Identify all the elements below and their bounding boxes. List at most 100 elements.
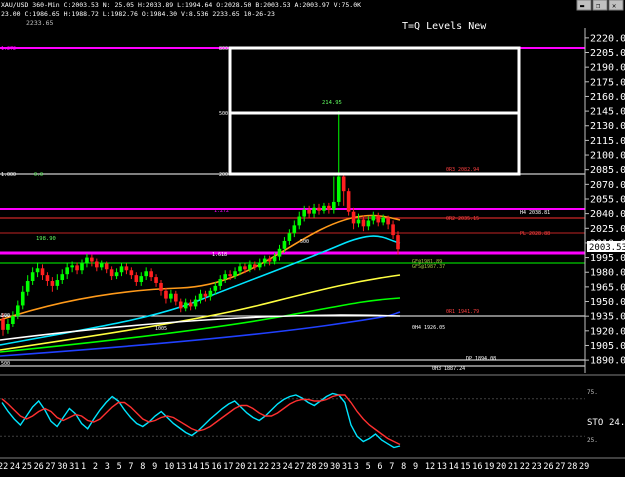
target-range-box: [228, 46, 521, 176]
price-tick-label: 2025.00: [590, 224, 625, 235]
ma-orange: [0, 214, 401, 321]
candle-body: [55, 280, 60, 286]
left-label-fib272: 1.272: [1, 46, 16, 52]
date-tick-label: 27: [555, 462, 565, 472]
pivot-label-r2: 0R2 2035.15: [446, 216, 479, 222]
date-tick-label: 22: [520, 462, 530, 472]
date-tick-label: 26: [34, 462, 44, 472]
date-tick-label: 16: [472, 462, 482, 472]
candle-body: [396, 235, 400, 250]
candle-body: [238, 266, 242, 272]
osc-level-25: 25.: [587, 437, 598, 444]
date-tick-label: 22: [259, 462, 269, 472]
candle-body: [312, 207, 316, 214]
candle-body: [75, 265, 79, 271]
pivot-label-h4: H4 2038.81: [520, 210, 550, 216]
candle-body: [233, 271, 237, 277]
osc-level-75: 75.: [587, 389, 598, 396]
window-controls[interactable]: ▬ ❐ ✕: [576, 0, 624, 11]
price-tick-label: 2085.00: [590, 165, 625, 176]
candle-body: [322, 205, 326, 211]
date-tick-label: 17: [223, 462, 233, 472]
pivot-label-pl: PL 2028.88: [520, 231, 550, 237]
date-tick-label: 21: [247, 462, 257, 472]
candle-body: [35, 268, 40, 273]
moving-averages: [0, 214, 401, 357]
candles-group: [1, 111, 400, 336]
current-price-label: 2003.53: [589, 243, 625, 253]
candle-body: [351, 211, 356, 224]
candle-body: [50, 281, 55, 286]
date-tick-label: 30: [330, 462, 340, 472]
candle-body: [144, 271, 148, 277]
candle-body: [95, 261, 99, 268]
candle-body: [25, 281, 30, 292]
candle-body: [287, 233, 292, 241]
candle-body: [336, 176, 341, 202]
stochastic-panel: [0, 392, 585, 449]
date-tick-label: 14: [449, 462, 459, 472]
price-tick-label: 2220.00: [590, 33, 625, 44]
left-label-500: 500: [1, 313, 10, 319]
date-tick-label: 2: [93, 462, 98, 472]
date-tick-label: 31: [69, 462, 79, 472]
candle-body: [307, 209, 311, 214]
candle-body: [391, 224, 395, 236]
candle-body: [341, 176, 346, 192]
candle-body: [193, 299, 198, 307]
box-label-mid: 500: [219, 111, 228, 117]
candle-body: [139, 276, 144, 282]
date-tick-label: 8: [401, 462, 406, 472]
date-tick-label: 15: [200, 462, 210, 472]
candle-body: [6, 323, 10, 330]
candle-body: [361, 219, 366, 227]
date-tick-label: 25: [22, 462, 32, 472]
symbol-line: XAU/USD 360-Min C:2003.53 N: 25.05 H:203…: [1, 1, 361, 9]
candle-body: [376, 215, 381, 223]
date-axis: 22 24 25 26 27 30 31 1 2 3 5 7 8 9 10 13 14 15 16 17 20 21 22 2…: [0, 462, 589, 472]
date-tick-label: 22: [0, 462, 8, 472]
date-tick-label: 24: [283, 462, 293, 472]
candle-body: [149, 271, 153, 278]
price-tick-label: 2055.00: [590, 194, 625, 205]
candle-body: [366, 220, 371, 227]
level-tag: 2233.65: [26, 19, 53, 27]
candle-body: [11, 316, 15, 324]
price-tick-label: 2160.00: [590, 92, 625, 103]
candle-body: [90, 257, 94, 262]
date-tick-label: 23: [271, 462, 281, 472]
date-tick-label: 9: [413, 462, 418, 472]
left-label-mid-500: 500: [1, 361, 10, 367]
candle-body: [80, 263, 84, 271]
price-axis[interactable]: 2220.00 2205.00 2190.00 2175.00 2160.00 2145.…: [585, 33, 625, 367]
pivot-label-oh3: 0H3 1887.24: [432, 366, 465, 372]
price-tick-label: 2175.00: [590, 77, 625, 88]
candle-body: [262, 258, 267, 263]
date-tick-label: 13: [437, 462, 447, 472]
price-tick-label: 2115.00: [590, 136, 625, 147]
pivot-label-r3: 0R3 2082.94: [446, 167, 479, 173]
candle-body: [109, 269, 114, 277]
price-chart-panel[interactable]: XAU/USD 360-Min C:2003.53 N: 25.05 H:203…: [0, 0, 625, 473]
date-tick-label: 28: [567, 462, 577, 472]
candle-body: [253, 264, 257, 268]
date-tick-label: 7: [128, 462, 133, 472]
chart-canvas[interactable]: XAU/USD 360-Min C:2003.53 N: 25.05 H:203…: [0, 0, 625, 473]
date-tick-label: 19: [484, 462, 494, 472]
candle-body: [317, 207, 321, 211]
pivot-label-h4b: 0H4 1926.05: [412, 325, 445, 331]
candle-body: [381, 217, 385, 223]
candle-body: [60, 274, 65, 281]
price-tick-label: 1920.00: [590, 326, 625, 337]
candle-body: [257, 262, 262, 268]
candle-body: [134, 275, 139, 282]
candle-body: [45, 275, 50, 282]
candle-body: [188, 302, 193, 307]
date-tick-label: 5: [366, 462, 371, 472]
date-tick-label: 24: [10, 462, 20, 472]
candle-body: [119, 266, 124, 273]
candle-body: [30, 272, 35, 282]
pivot-label-dp: DP 1894.08: [466, 356, 496, 362]
stoch-d-line: [1, 394, 401, 446]
price-tick-label: 1980.00: [590, 268, 625, 279]
